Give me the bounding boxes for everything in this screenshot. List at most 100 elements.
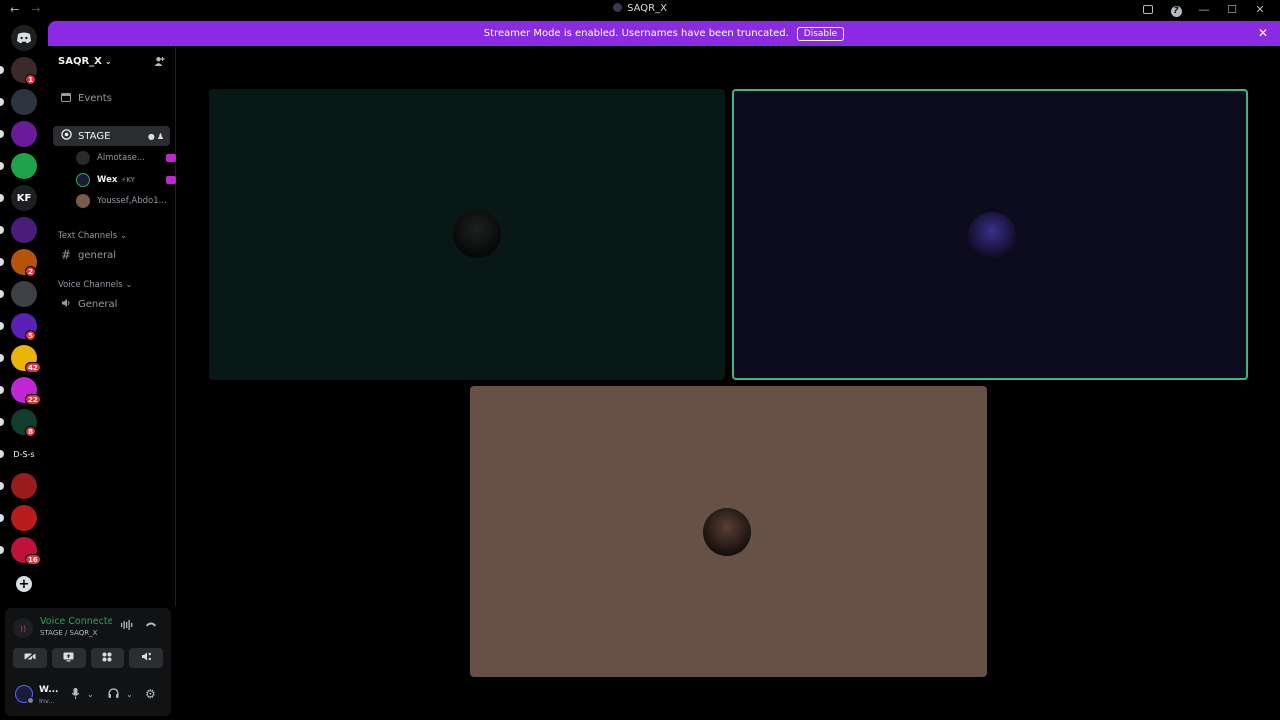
discord-home-icon[interactable] xyxy=(11,25,37,51)
stage-member[interactable]: Youssef,Abdo1... xyxy=(76,192,176,210)
unread-pill xyxy=(0,66,4,74)
mic-options-chevron-icon[interactable]: ⌄ xyxy=(87,690,94,699)
activities-icon xyxy=(102,652,112,665)
user-status-text: Inv... xyxy=(39,697,55,705)
chat-bubble-icon[interactable]: ● xyxy=(148,132,157,141)
help-icon: ? xyxy=(1170,6,1182,17)
category-text-channels[interactable]: Text Channels ⌄ xyxy=(58,231,127,241)
server-icon[interactable] xyxy=(11,217,37,243)
microphone-icon[interactable] xyxy=(71,688,80,702)
voice-connection-icon: )) xyxy=(13,618,33,638)
server-icon[interactable]: D-S-s xyxy=(11,441,37,467)
video-tile-speaking[interactable] xyxy=(732,89,1248,380)
video-tile[interactable] xyxy=(470,386,987,677)
stage-member[interactable]: Wex ⚡KY xyxy=(76,171,176,189)
stage-view xyxy=(177,46,1280,720)
server-icon[interactable] xyxy=(11,281,37,307)
settings-gear-icon[interactable]: ⚙ xyxy=(145,687,156,701)
unread-pill xyxy=(0,162,4,170)
participant-avatar xyxy=(453,210,501,258)
server-label: KF xyxy=(16,192,32,204)
maximize-button[interactable]: ☐ xyxy=(1218,3,1246,17)
server-icon[interactable] xyxy=(11,121,37,147)
mention-badge: 8 xyxy=(25,426,36,437)
server-label: D-S-s xyxy=(13,449,35,459)
close-window-button[interactable]: ✕ xyxy=(1246,3,1274,17)
server-icon[interactable]: KF xyxy=(11,185,37,211)
server-name: SAQR_X xyxy=(58,56,102,67)
unread-pill xyxy=(0,194,4,202)
unread-pill xyxy=(0,418,4,426)
category-voice-channels[interactable]: Voice Channels ⌄ xyxy=(58,280,132,290)
member-tag: ⚡KY xyxy=(121,176,135,184)
mention-badge: 2 xyxy=(25,266,36,277)
voice-connected-status[interactable]: Voice Connected xyxy=(40,616,112,627)
events-item[interactable]: Events xyxy=(53,88,170,108)
username[interactable]: W... xyxy=(39,685,58,695)
chevron-down-icon: ⌄ xyxy=(119,231,128,241)
video-icon xyxy=(166,154,176,162)
channel-stage[interactable]: STAGE ●♟ xyxy=(53,126,170,146)
stage-actions: ●♟ xyxy=(148,132,166,141)
unread-pill xyxy=(0,482,4,490)
unread-pill xyxy=(0,130,4,138)
soundboard-icon xyxy=(141,651,152,665)
audio-options-chevron-icon[interactable]: ⌄ xyxy=(126,690,133,699)
mention-badge: 16 xyxy=(25,554,41,565)
server-icon[interactable] xyxy=(11,89,37,115)
unread-pill xyxy=(0,290,4,298)
unread-pill xyxy=(0,226,4,234)
inbox-button[interactable] xyxy=(1134,3,1162,17)
unread-pill xyxy=(0,546,4,554)
mention-badge: 1 xyxy=(25,74,36,85)
inbox-icon xyxy=(1143,5,1153,14)
video-tile[interactable] xyxy=(209,89,725,380)
mention-badge: 22 xyxy=(25,394,41,405)
invite-to-stage-icon[interactable]: ♟ xyxy=(157,132,166,141)
server-header[interactable]: SAQR_X ⌄ xyxy=(58,56,112,67)
avatar xyxy=(76,151,90,165)
server-rail: 1 KF 2 5 42 22 8 D-S-s 16 + xyxy=(0,21,48,606)
unread-pill xyxy=(0,514,4,522)
voice-user-panel: )) Voice Connected STAGE / SAQR_X W... I… xyxy=(5,608,171,716)
activities-button[interactable] xyxy=(90,648,125,668)
banner-text: Streamer Mode is enabled. Usernames have… xyxy=(483,28,789,39)
server-icon[interactable] xyxy=(11,473,37,499)
unread-pill xyxy=(0,98,4,106)
category-label: Voice Channels xyxy=(58,280,123,290)
invite-people-icon[interactable] xyxy=(154,56,165,70)
voice-location[interactable]: STAGE / SAQR_X xyxy=(40,629,97,637)
disconnect-icon[interactable] xyxy=(145,620,157,631)
headphones-icon[interactable] xyxy=(108,688,119,701)
soundboard-button[interactable] xyxy=(129,648,163,668)
server-icon[interactable] xyxy=(11,153,37,179)
chevron-down-icon: ⌄ xyxy=(104,57,112,66)
channel-label: General xyxy=(78,298,118,310)
stage-label: STAGE xyxy=(78,130,111,142)
close-banner-icon[interactable]: ✕ xyxy=(1258,26,1268,40)
channel-sidebar: SAQR_X ⌄ Events STAGE ●♟ Almotase... Wex … xyxy=(48,46,176,606)
disable-streamer-mode-button[interactable]: Disable xyxy=(796,26,845,41)
minimize-button[interactable]: — xyxy=(1190,3,1218,17)
calendar-icon xyxy=(60,92,72,105)
channel-general-text[interactable]: # general xyxy=(53,245,170,265)
unread-pill xyxy=(0,450,4,458)
server-icon[interactable] xyxy=(11,505,37,531)
add-server-button[interactable]: + xyxy=(16,576,32,592)
video-icon xyxy=(166,176,176,184)
screen-share-icon xyxy=(63,652,74,665)
title-bar: ← → SAQR_X ? — ☐ ✕ xyxy=(0,0,1280,21)
events-label: Events xyxy=(78,92,112,104)
noise-suppression-icon[interactable] xyxy=(121,620,133,633)
participant-avatar xyxy=(703,508,751,556)
camera-off-icon xyxy=(24,651,36,664)
stage-member[interactable]: Almotase... xyxy=(76,149,176,167)
server-icon xyxy=(613,3,623,12)
user-status-dot xyxy=(27,697,34,704)
unread-pill xyxy=(0,258,4,266)
mention-badge: 5 xyxy=(25,330,36,341)
help-button[interactable]: ? xyxy=(1162,3,1190,17)
screen-share-button[interactable] xyxy=(51,648,86,668)
channel-general-voice[interactable]: General xyxy=(53,294,170,314)
camera-off-button[interactable] xyxy=(13,648,47,668)
